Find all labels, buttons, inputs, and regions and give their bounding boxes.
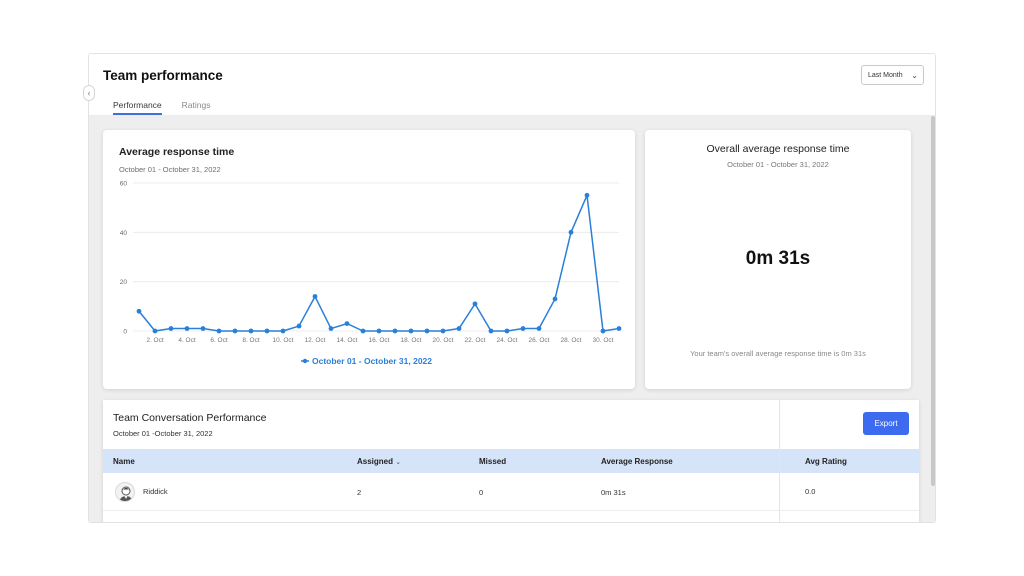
data-point (248, 328, 254, 334)
data-point (264, 328, 270, 334)
column-header-name[interactable]: Name (113, 457, 135, 466)
data-point (360, 328, 366, 334)
data-point (376, 328, 382, 334)
x-tick-label: 6. Oct (210, 337, 228, 344)
data-point (136, 308, 142, 314)
overall-response-card: Overall average response time October 01… (645, 130, 911, 389)
data-point (584, 192, 590, 198)
overall-title: Overall average response time (706, 143, 850, 155)
data-point (200, 326, 206, 331)
x-tick-label: 14. Oct (337, 337, 358, 344)
y-tick-label: 40 (120, 230, 128, 237)
series-line (138, 194, 620, 332)
data-point (536, 326, 542, 331)
x-tick-label: 8. Oct (242, 337, 260, 344)
dashboard-content: Average response time October 01 - Octob… (89, 116, 935, 522)
chevron-down-icon: ⌄ (911, 70, 918, 80)
x-tick-label: 10. Oct (273, 337, 294, 344)
data-point (520, 326, 526, 331)
data-point (408, 328, 414, 334)
conversation-performance-card: Team Conversation Performance October 01… (103, 400, 919, 522)
data-point (168, 326, 174, 331)
column-header-assigned-label: Assigned (357, 457, 394, 466)
vertical-scrollbar[interactable] (931, 116, 935, 486)
tab-bar: Performance Ratings (113, 100, 211, 115)
data-point (312, 294, 318, 299)
data-point (392, 328, 398, 334)
legend-marker (302, 358, 308, 364)
response-time-chart-card: Average response time October 01 - Octob… (103, 130, 635, 389)
x-tick-label: 4. Oct (178, 337, 196, 344)
page-header: Team performance Performance Ratings Las… (89, 54, 935, 116)
data-point (344, 321, 350, 326)
date-range-select[interactable]: Last Month ⌄ (861, 65, 924, 85)
data-point (568, 229, 574, 235)
x-tick-label: 16. Oct (369, 337, 390, 344)
page-title: Team performance (103, 68, 223, 83)
column-header-average-response[interactable]: Average Response (601, 457, 673, 466)
y-tick-label: 60 (120, 181, 128, 188)
x-tick-label: 26. Oct (529, 337, 550, 344)
table-date-range: October 01 -October 31, 2022 (113, 429, 213, 438)
x-tick-label: 20. Oct (433, 337, 454, 344)
row-assigned: 2 (357, 488, 362, 497)
overall-response-value: 0m 31s (745, 248, 811, 269)
legend-label: October 01 - October 31, 2022 (312, 356, 432, 366)
data-point (456, 326, 462, 331)
data-point (472, 301, 478, 307)
overall-note: Your team's overall average response tim… (690, 349, 866, 358)
data-point (440, 328, 446, 334)
tab-ratings[interactable]: Ratings (182, 100, 211, 115)
data-point (600, 328, 606, 334)
data-point (184, 326, 190, 331)
x-tick-label: 24. Oct (497, 337, 518, 344)
data-point (280, 328, 286, 334)
x-tick-label: 22. Oct (465, 337, 486, 344)
rating-column-divider (779, 400, 919, 522)
column-header-assigned[interactable]: Assigned ⌄ (357, 457, 401, 466)
row-missed: 0 (479, 488, 484, 497)
data-point (488, 328, 494, 334)
data-point (296, 323, 302, 329)
chevron-down-icon: ⌄ (395, 459, 402, 466)
x-tick-label: 12. Oct (305, 337, 326, 344)
data-point (552, 296, 558, 302)
column-header-missed[interactable]: Missed (479, 457, 506, 466)
date-range-select-value: Last Month (868, 71, 903, 79)
response-time-line-chart: 0 20 40 60 2. Oct 4. Oct 6. Oct 8. Oct 10. Oct 12… (120, 181, 622, 366)
x-tick-label: 28. Oct (561, 337, 582, 344)
data-point (424, 328, 430, 334)
data-point (216, 328, 222, 334)
data-point (616, 326, 622, 331)
user-avatar-icon (115, 482, 135, 502)
row-average-response: 0m 31s (601, 488, 626, 497)
x-tick-label: 18. Oct (401, 337, 422, 344)
team-performance-panel: Team performance Performance Ratings Las… (88, 53, 936, 523)
table-title: Team Conversation Performance (113, 412, 267, 424)
overall-date-range: October 01 - October 31, 2022 (727, 160, 829, 169)
x-tick-label: 30. Oct (593, 337, 614, 344)
y-tick-label: 20 (120, 279, 128, 286)
data-point (232, 328, 238, 334)
data-point (504, 328, 510, 334)
data-point (328, 326, 334, 331)
row-name: Riddick (143, 487, 168, 496)
y-tick-label: 0 (123, 329, 127, 336)
x-tick-label: 2. Oct (146, 337, 164, 344)
data-point (152, 328, 158, 334)
chevron-left-icon[interactable]: ‹ (83, 85, 95, 101)
tab-performance[interactable]: Performance (113, 100, 162, 115)
